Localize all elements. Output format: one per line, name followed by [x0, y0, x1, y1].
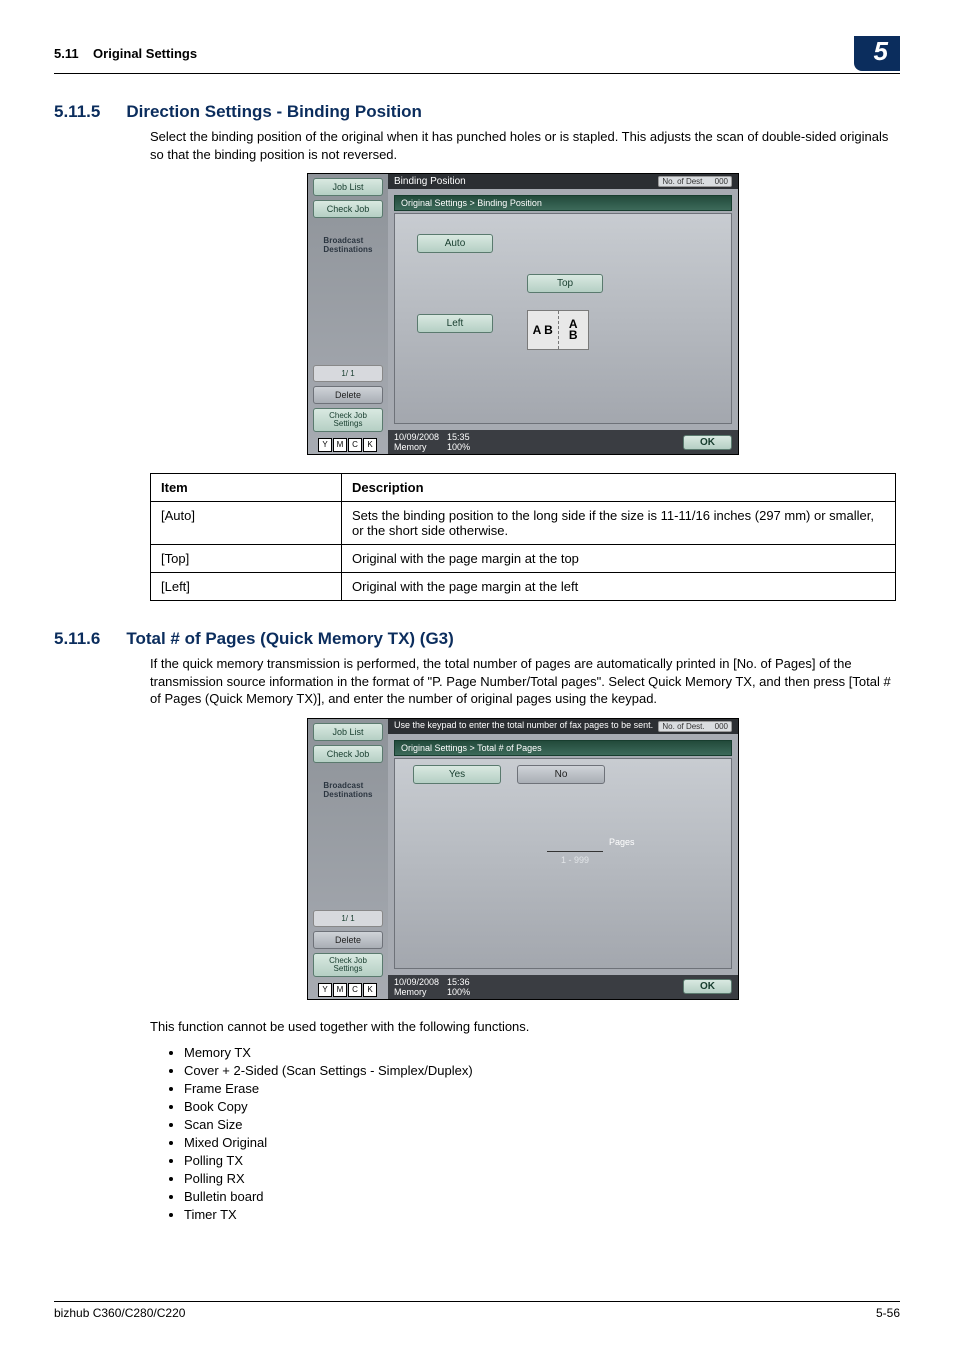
section-title-text: Direction Settings - Binding Position — [126, 102, 422, 122]
col-item: Item — [151, 474, 342, 502]
check-job-settings-button[interactable]: Check Job Settings — [313, 953, 383, 977]
check-job-button[interactable]: Check Job — [313, 200, 383, 218]
footer-page: 5-56 — [876, 1306, 900, 1320]
status-memory: 100% — [447, 987, 470, 997]
running-head: 5.11 Original Settings 5 — [54, 36, 900, 74]
binding-position-screenshot: Job List Check Job Broadcast Destination… — [307, 173, 739, 455]
list-item: Scan Size — [184, 1117, 896, 1132]
page-counter: 1/ 1 — [313, 910, 383, 927]
page-counter: 1/ 1 — [313, 365, 383, 382]
toner-icons: YMCK — [318, 983, 378, 997]
screen-title: Use the keypad to enter the total number… — [394, 721, 653, 731]
incompatible-lead: This function cannot be used together wi… — [150, 1018, 896, 1036]
list-item: Bulletin board — [184, 1189, 896, 1204]
status-time: 15:36 — [447, 977, 470, 987]
breadcrumb: Original Settings > Binding Position — [394, 195, 732, 211]
list-item: Mixed Original — [184, 1135, 896, 1150]
binding-diagram: A B A B — [527, 310, 589, 350]
check-job-button[interactable]: Check Job — [313, 745, 383, 763]
section-number: 5.11.6 — [54, 629, 100, 649]
incompatible-functions-list: Memory TX Cover + 2-Sided (Scan Settings… — [150, 1045, 896, 1222]
breadcrumb: Original Settings > Total # of Pages — [394, 740, 732, 756]
section-paragraph: If the quick memory transmission is perf… — [150, 655, 896, 708]
screen-title: Binding Position — [394, 176, 466, 187]
section-heading-5-11-5: 5.11.5 Direction Settings - Binding Posi… — [54, 102, 900, 122]
list-item: Timer TX — [184, 1207, 896, 1222]
status-memory: 100% — [447, 442, 470, 452]
binding-position-table: Item Description [Auto] Sets the binding… — [150, 473, 896, 601]
no-button[interactable]: No — [517, 765, 605, 784]
dest-badge: No. of Dest. 000 — [658, 721, 732, 732]
list-item: Book Copy — [184, 1099, 896, 1114]
table-row: [Left] Original with the page margin at … — [151, 573, 896, 601]
job-list-button[interactable]: Job List — [313, 178, 383, 196]
delete-button[interactable]: Delete — [313, 386, 383, 404]
section-title-text: Total # of Pages (Quick Memory TX) (G3) — [126, 629, 453, 649]
delete-button[interactable]: Delete — [313, 931, 383, 949]
yes-button[interactable]: Yes — [413, 765, 501, 784]
section-paragraph: Select the binding position of the origi… — [150, 128, 896, 163]
status-date: 10/09/2008 — [394, 432, 439, 442]
section-heading-5-11-6: 5.11.6 Total # of Pages (Quick Memory TX… — [54, 629, 900, 649]
list-item: Frame Erase — [184, 1081, 896, 1096]
job-list-button[interactable]: Job List — [313, 723, 383, 741]
list-item: Cover + 2-Sided (Scan Settings - Simplex… — [184, 1063, 896, 1078]
list-item: Polling TX — [184, 1153, 896, 1168]
pages-input[interactable] — [547, 837, 603, 852]
chapter-number-badge: 5 — [854, 36, 900, 71]
dest-badge: No. of Dest. 000 — [658, 176, 732, 187]
section-title: Original Settings — [93, 46, 197, 61]
top-button[interactable]: Top — [527, 274, 603, 293]
list-item: Memory TX — [184, 1045, 896, 1060]
col-description: Description — [342, 474, 896, 502]
section-ref: 5.11 — [54, 46, 79, 61]
left-button[interactable]: Left — [417, 314, 493, 333]
broadcast-destinations-label: Broadcast Destinations — [323, 236, 372, 254]
total-pages-screenshot: Job List Check Job Broadcast Destination… — [307, 718, 739, 1000]
page-footer: bizhub C360/C280/C220 5-56 — [54, 1301, 900, 1320]
ok-button[interactable]: OK — [683, 979, 732, 994]
pages-label: Pages — [609, 837, 635, 847]
auto-button[interactable]: Auto — [417, 234, 493, 253]
broadcast-destinations-label: Broadcast Destinations — [323, 781, 372, 799]
footer-model: bizhub C360/C280/C220 — [54, 1306, 185, 1320]
list-item: Polling RX — [184, 1171, 896, 1186]
section-number: 5.11.5 — [54, 102, 100, 122]
pages-range: 1 - 999 — [561, 855, 589, 865]
toner-icons: YMCK — [318, 438, 378, 452]
status-time: 15:35 — [447, 432, 470, 442]
check-job-settings-button[interactable]: Check Job Settings — [313, 408, 383, 432]
status-date: 10/09/2008 — [394, 977, 439, 987]
table-row: [Top] Original with the page margin at t… — [151, 545, 896, 573]
table-row: [Auto] Sets the binding position to the … — [151, 502, 896, 545]
ok-button[interactable]: OK — [683, 435, 732, 450]
